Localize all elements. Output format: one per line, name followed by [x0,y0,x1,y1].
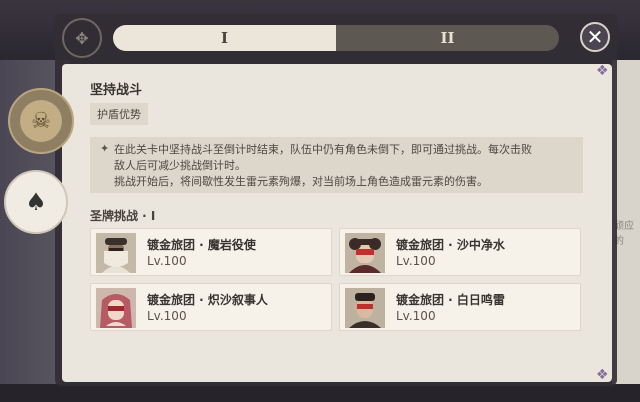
section-title: 圣牌挑战 · I [90,209,156,223]
enemy-name: 镀金旅团 · 沙中净水 [396,238,505,252]
tab-ii[interactable]: II [336,25,559,51]
side-tab-masks[interactable]: ♠ [4,170,68,234]
enemy-card[interactable]: 镀金旅团 · 炽沙叙事人 Lv.100 [90,283,332,331]
description-line: 敌人后可减少挑战倒计时。 [114,159,246,172]
corner-ornament-icon: ❖ [596,63,609,79]
close-button[interactable]: ✕ [580,22,610,52]
side-tab-challenge[interactable]: ☠ [8,88,74,154]
enemy-level: Lv.100 [396,254,436,268]
horned-mask-icon: ☠ [20,100,62,142]
enemy-portrait [345,233,385,273]
challenge-tag: 护盾优势 [90,103,148,125]
enemy-card[interactable]: 镀金旅团 · 沙中净水 Lv.100 [339,228,581,276]
enemy-portrait [96,233,136,273]
enemy-name: 镀金旅团 · 白日鸣雷 [396,293,505,307]
tab-bar: I II [113,25,559,51]
close-x-icon: ✕ [586,25,604,49]
butterfly-emblem-icon: ✥ [62,18,102,58]
enemy-portrait [345,288,385,328]
challenge-description: ✦ 在此关卡中坚持战斗至倒计时结束，队伍中仍有角色未倒下，即可通过挑战。每次击败… [90,137,583,193]
background-bottom [0,384,640,402]
tab-i[interactable]: I [113,25,336,51]
enemy-name: 镀金旅团 · 炽沙叙事人 [147,293,268,307]
enemy-level: Lv.100 [147,254,187,268]
description-line: 在此关卡中坚持战斗至倒计时结束，队伍中仍有角色未倒下，即可通过挑战。每次击败 [114,143,532,156]
background-partial-text: 顽应的 [614,221,634,247]
theater-masks-icon: ♠ [25,188,47,216]
enemy-level: Lv.100 [147,309,187,323]
enemy-portrait [96,288,136,328]
enemy-card[interactable]: 镀金旅团 · 魔岩役使 Lv.100 [90,228,332,276]
corner-ornament-icon: ❖ [596,367,609,383]
challenge-title: 坚持战斗 [90,83,143,98]
enemy-card[interactable]: 镀金旅团 · 白日鸣雷 Lv.100 [339,283,581,331]
enemy-name: 镀金旅团 · 魔岩役使 [147,238,256,252]
description-line: 挑战开始后，将间歇性发生雷元素殉爆，对当前场上角色造成雷元素的伤害。 [114,175,488,188]
enemy-level: Lv.100 [396,309,436,323]
sparkle-icon: ✦ [100,142,110,155]
